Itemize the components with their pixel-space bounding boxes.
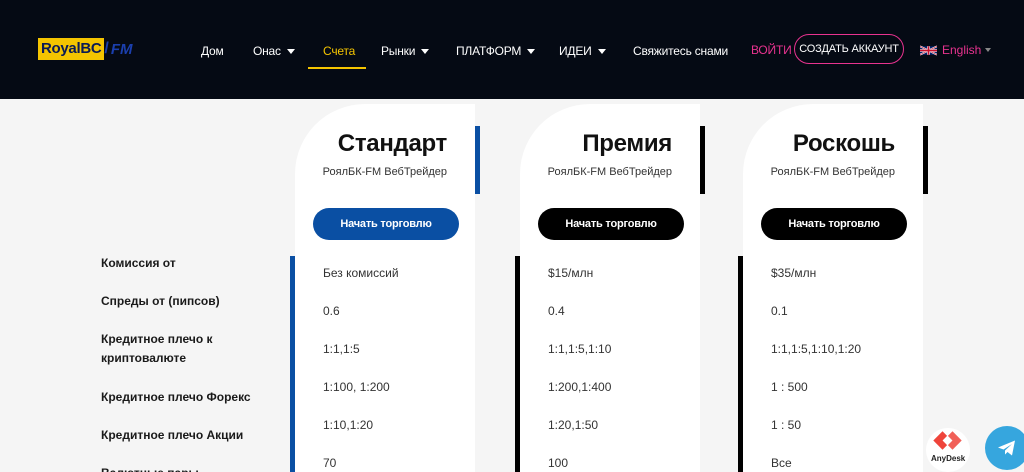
- card-accent: [738, 256, 743, 472]
- nav-item-ideas[interactable]: ИДЕИ: [559, 44, 606, 58]
- plan-value-crypto-leverage: 1:1,1:5,1:10,1:20: [771, 342, 862, 356]
- card-accent: [290, 256, 295, 472]
- row-label-crypto-leverage: Кредитное плечо к криптовалюте: [101, 332, 213, 365]
- caret-down-icon: [985, 48, 992, 52]
- row-label-spreads: Спреды от (пипсов): [101, 294, 220, 308]
- telegram-icon: [998, 440, 1015, 456]
- plan-value-currency-pairs: 70: [323, 456, 337, 470]
- plan-platform: РоялБК-FM ВебТрейдер: [770, 166, 895, 178]
- language-selector[interactable]: English: [920, 43, 992, 57]
- plan-value-spreads: 0.6: [323, 304, 340, 318]
- plan-title: Стандарт: [337, 130, 448, 157]
- login-link[interactable]: ВОЙТИ: [751, 43, 792, 57]
- nav-label: ИДЕИ: [559, 44, 592, 58]
- language-label: English: [942, 43, 982, 57]
- logo-fm-text: FM: [110, 40, 133, 58]
- uk-flag-icon: [920, 44, 937, 56]
- nav-item-home[interactable]: Дом: [201, 44, 224, 58]
- row-label-forex-leverage: Кредитное плечо Форекс: [101, 390, 251, 404]
- telegram-widget[interactable]: [985, 426, 1024, 470]
- nav-label: ПЛАТФОРМ: [456, 44, 522, 58]
- row-label-commission: Комиссия от: [101, 256, 176, 270]
- plan-card-standard: Стандарт РоялБК-FM ВебТрейдер Начать тор…: [290, 104, 480, 472]
- card-accent: [700, 126, 705, 194]
- plan-value-commission: $15/млн: [548, 266, 594, 280]
- plan-platform: РоялБК-FM ВебТрейдер: [322, 166, 447, 178]
- create-account-button[interactable]: СОЗДАТЬ АККАУНТ: [794, 34, 904, 64]
- brand-logo[interactable]: RoyalBC / FM: [38, 37, 133, 61]
- plan-value-crypto-leverage: 1:1,1:5,1:10: [548, 342, 612, 356]
- top-navigation-bar: RoyalBC / FM Дом Онас Счета Рынки ПЛАТФОРМ…: [0, 0, 1024, 99]
- row-label-currency-pairs: Валютные пары: [101, 464, 271, 472]
- logo-slash: /: [104, 40, 109, 57]
- nav-label: Дом: [201, 44, 224, 58]
- nav-label: Онас: [253, 44, 281, 58]
- plan-title: Премия: [582, 130, 672, 157]
- plan-card-premium: Премия РоялБК-FM ВебТрейдер Начать торго…: [515, 104, 705, 472]
- plan-platform: РоялБК-FM ВебТрейдер: [547, 166, 672, 178]
- plan-value-currency-pairs: Все: [771, 456, 792, 470]
- plan-value-spreads: 0.4: [548, 304, 565, 318]
- plan-card-luxury: Роскошь РоялБК-FM ВебТрейдер Начать торг…: [738, 104, 928, 472]
- card-accent: [923, 126, 928, 194]
- start-trading-button[interactable]: Начать торговлю: [313, 208, 459, 240]
- nav-label: Свяжитесь снами: [633, 44, 729, 58]
- plan-value-stocks-leverage: 1:10,1:20: [323, 418, 374, 432]
- plan-value-commission: Без комиссий: [323, 266, 399, 280]
- plan-value-crypto-leverage: 1:1,1:5: [323, 342, 360, 356]
- plan-value-spreads: 0.1: [771, 304, 788, 318]
- caret-down-icon: [286, 49, 295, 54]
- nav-item-contact[interactable]: Свяжитесь снами: [633, 44, 728, 58]
- card-accent: [475, 126, 480, 194]
- anydesk-label: AnyDesk: [931, 454, 966, 463]
- active-nav-underline: [308, 67, 366, 69]
- card-accent: [515, 256, 520, 472]
- plan-value-forex-leverage: 1:200,1:400: [548, 380, 612, 394]
- plan-value-commission: $35/млн: [771, 266, 817, 280]
- nav-item-platforms[interactable]: ПЛАТФОРМ: [456, 44, 536, 58]
- start-trading-button[interactable]: Начать торговлю: [761, 208, 907, 240]
- plan-value-stocks-leverage: 1 : 50: [771, 418, 802, 432]
- plan-title: Роскошь: [792, 130, 895, 157]
- start-trading-button[interactable]: Начать торговлю: [538, 208, 684, 240]
- caret-down-icon: [597, 49, 606, 54]
- nav-item-markets[interactable]: Рынки: [381, 44, 430, 58]
- nav-item-accounts[interactable]: Счета: [323, 44, 355, 58]
- plan-value-forex-leverage: 1:100, 1:200: [323, 380, 390, 394]
- caret-down-icon: [421, 49, 430, 54]
- plan-value-currency-pairs: 100: [548, 456, 569, 470]
- nav-label: Счета: [323, 44, 356, 58]
- plan-value-stocks-leverage: 1:20,1:50: [548, 418, 599, 432]
- nav-item-about[interactable]: Онас: [253, 44, 295, 58]
- row-label-stocks-leverage: Кредитное плечо Акции: [101, 428, 244, 442]
- logo-main-text: RoyalBC: [38, 38, 105, 60]
- anydesk-widget[interactable]: [926, 428, 970, 472]
- caret-down-icon: [527, 49, 536, 54]
- nav-label: Рынки: [381, 44, 416, 58]
- plan-value-forex-leverage: 1 : 500: [771, 380, 808, 394]
